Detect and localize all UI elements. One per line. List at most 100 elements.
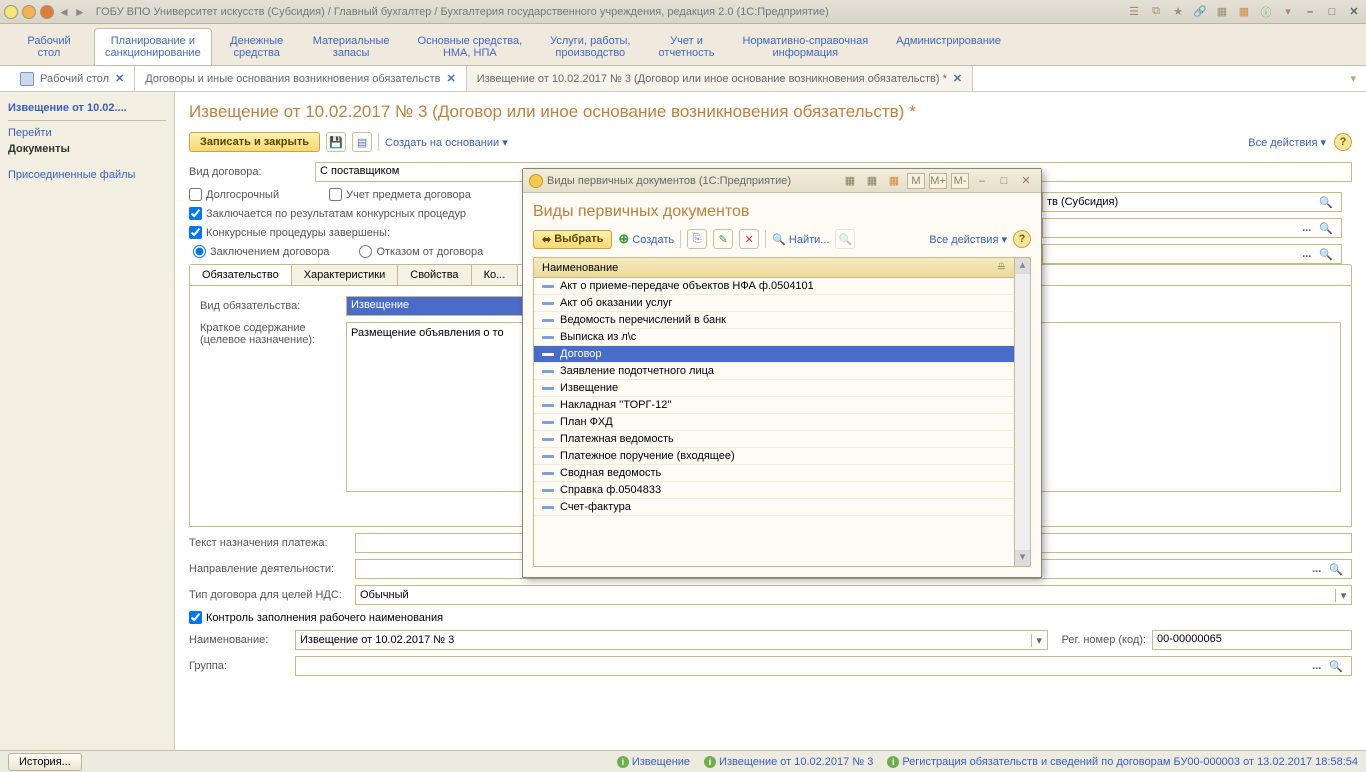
list-item[interactable]: Извещение: [534, 380, 1014, 397]
nav-back-icon[interactable]: ◄: [58, 5, 70, 19]
nav-documents[interactable]: Документы: [8, 141, 166, 157]
doc-tab-contracts[interactable]: Договоры и иные основания возникновения …: [135, 66, 466, 91]
section-tab-accounting[interactable]: Учет и отчетность: [647, 28, 725, 65]
longterm-checkbox[interactable]: Долгосрочный: [189, 188, 309, 201]
section-tab-admin[interactable]: Администрирование: [885, 28, 1012, 65]
ellipsis-icon[interactable]: ...: [1308, 563, 1325, 575]
dlg-icon-2[interactable]: ▦: [863, 173, 881, 189]
tb-icon-2[interactable]: ⧉: [1148, 4, 1164, 20]
inner-tab-more[interactable]: Ко...: [472, 265, 519, 285]
obl-type-field[interactable]: Извещение: [346, 296, 546, 316]
report-icon[interactable]: ▤: [352, 132, 372, 152]
section-tab-cash[interactable]: Денежные средства: [218, 28, 296, 65]
inner-tab-obligation[interactable]: Обязательство: [190, 265, 292, 285]
section-tab-materials[interactable]: Материальные запасы: [302, 28, 401, 65]
close-icon[interactable]: ✕: [115, 72, 124, 85]
vat-dropdown[interactable]: Обычный▾: [355, 585, 1352, 605]
delete-icon[interactable]: ✕: [739, 229, 759, 249]
window-maximize[interactable]: □: [1324, 4, 1340, 20]
list-item[interactable]: Акт об оказании услуг: [534, 295, 1014, 312]
list-header[interactable]: Наименование ≞: [534, 258, 1014, 278]
help-icon[interactable]: ?: [1334, 133, 1352, 151]
dialog-maximize[interactable]: □: [995, 173, 1013, 189]
clear-find-icon[interactable]: 🔍: [835, 229, 855, 249]
nav-fwd-icon[interactable]: ►: [74, 5, 86, 19]
tb-dropdown-icon[interactable]: ▾: [1280, 4, 1296, 20]
control-name-checkbox[interactable]: Контроль заполнения рабочего наименовани…: [189, 611, 443, 624]
magnifier-icon[interactable]: 🔍: [1325, 660, 1347, 673]
list-item[interactable]: Выписка из л\с: [534, 329, 1014, 346]
list-item[interactable]: Платежная ведомость: [534, 431, 1014, 448]
dialog-close[interactable]: ✕: [1017, 173, 1035, 189]
ellipsis-icon[interactable]: ...: [1298, 222, 1315, 234]
save-icon[interactable]: 💾: [326, 132, 346, 152]
dlg-zoom-mminus[interactable]: M-: [951, 173, 969, 189]
regnum-field[interactable]: 00-00000065: [1152, 630, 1352, 650]
ellipsis-icon[interactable]: ...: [1308, 660, 1325, 672]
dlg-zoom-mplus[interactable]: M+: [929, 173, 947, 189]
tb-star-icon[interactable]: ★: [1170, 4, 1186, 20]
list-item[interactable]: Заявление подотчетного лица: [534, 363, 1014, 380]
edit-icon[interactable]: ✎: [713, 229, 733, 249]
list-item[interactable]: Справка ф.0504833: [534, 482, 1014, 499]
tb-icon-1[interactable]: ☰: [1126, 4, 1142, 20]
conclude-radio[interactable]: Заключением договора: [193, 245, 329, 258]
all-actions-link[interactable]: Все действия ▾: [1248, 136, 1326, 149]
refuse-radio[interactable]: Отказом от договора: [359, 245, 483, 258]
window-close[interactable]: ✕: [1346, 4, 1362, 20]
copy-icon[interactable]: ⎘: [687, 229, 707, 249]
section-tab-assets[interactable]: Основные средства, НМА, НПА: [407, 28, 534, 65]
window-circle-2[interactable]: [22, 5, 36, 19]
find-link[interactable]: 🔍 Найти...: [772, 233, 829, 246]
status-link-1[interactable]: iИзвещение: [617, 756, 690, 768]
window-circle-3[interactable]: [40, 5, 54, 19]
magnifier-icon[interactable]: 🔍: [1315, 222, 1337, 235]
frag-field-2[interactable]: ...🔍: [1042, 218, 1342, 238]
section-tab-reference[interactable]: Нормативно-справочная информация: [731, 28, 879, 65]
magnifier-icon[interactable]: 🔍: [1315, 196, 1337, 209]
magnifier-icon[interactable]: 🔍: [1315, 248, 1337, 261]
doc-tab-desktop[interactable]: Рабочий стол ✕: [10, 66, 135, 91]
tb-info-icon[interactable]: ⓘ: [1258, 4, 1274, 20]
group-field[interactable]: ...🔍: [295, 656, 1352, 676]
section-tab-services[interactable]: Услуги, работы, производство: [539, 28, 641, 65]
select-button[interactable]: ⬌ Выбрать: [533, 230, 612, 249]
create-link[interactable]: ⊕ Создать: [618, 231, 674, 247]
dlg-help-icon[interactable]: ?: [1013, 230, 1031, 248]
dlg-all-actions[interactable]: Все действия ▾: [929, 233, 1007, 246]
create-based-link[interactable]: Создать на основании ▾: [385, 136, 508, 149]
nav-go[interactable]: Перейти: [8, 125, 166, 141]
scroll-up-icon[interactable]: ▴: [1015, 258, 1030, 274]
tender-checkbox[interactable]: Заключается по результатам конкурсных пр…: [189, 207, 466, 220]
tb-link-icon[interactable]: 🔗: [1192, 4, 1208, 20]
scrollbar[interactable]: ▴ ▾: [1014, 258, 1030, 566]
status-link-2[interactable]: iИзвещение от 10.02.2017 № 3: [704, 756, 873, 768]
list-item[interactable]: Акт о приеме-передаче объектов НФА ф.050…: [534, 278, 1014, 295]
window-minimize[interactable]: –: [1302, 4, 1318, 20]
history-button[interactable]: История...: [8, 753, 82, 771]
dlg-icon-1[interactable]: ▦: [841, 173, 859, 189]
dlg-zoom-m[interactable]: M: [907, 173, 925, 189]
list-item[interactable]: План ФХД: [534, 414, 1014, 431]
dlg-calendar-icon[interactable]: ▦: [885, 173, 903, 189]
doc-tab-notice[interactable]: Извещение от 10.02.2017 № 3 (Договор или…: [467, 66, 973, 91]
tb-calendar-icon[interactable]: ▦: [1236, 4, 1252, 20]
save-close-button[interactable]: Записать и закрыть: [189, 132, 320, 152]
subject-checkbox[interactable]: Учет предмета договора: [329, 188, 471, 201]
status-link-3[interactable]: iРегистрация обязательств и сведений по …: [887, 756, 1358, 768]
section-tab-planning[interactable]: Планирование и санкционирование: [94, 28, 212, 65]
close-icon[interactable]: ✕: [446, 72, 455, 85]
magnifier-icon[interactable]: 🔍: [1325, 563, 1347, 576]
window-circle-1[interactable]: [4, 5, 18, 19]
list-item[interactable]: Накладная ''ТОРГ-12'': [534, 397, 1014, 414]
doc-tabs-overflow[interactable]: ▾: [1350, 72, 1356, 85]
close-icon[interactable]: ✕: [953, 72, 962, 85]
inner-tab-characteristics[interactable]: Характеристики: [292, 265, 399, 285]
frag-field-3[interactable]: ...🔍: [1042, 244, 1342, 264]
inner-tab-properties[interactable]: Свойства: [398, 265, 471, 285]
dialog-minimize[interactable]: –: [973, 173, 991, 189]
list-item[interactable]: Счет-фактура: [534, 499, 1014, 516]
list-item[interactable]: Сводная ведомость: [534, 465, 1014, 482]
tender-done-checkbox[interactable]: Конкурсные процедуры завершены:: [189, 226, 390, 239]
org-field[interactable]: тв (Субсидия)🔍: [1042, 192, 1342, 212]
